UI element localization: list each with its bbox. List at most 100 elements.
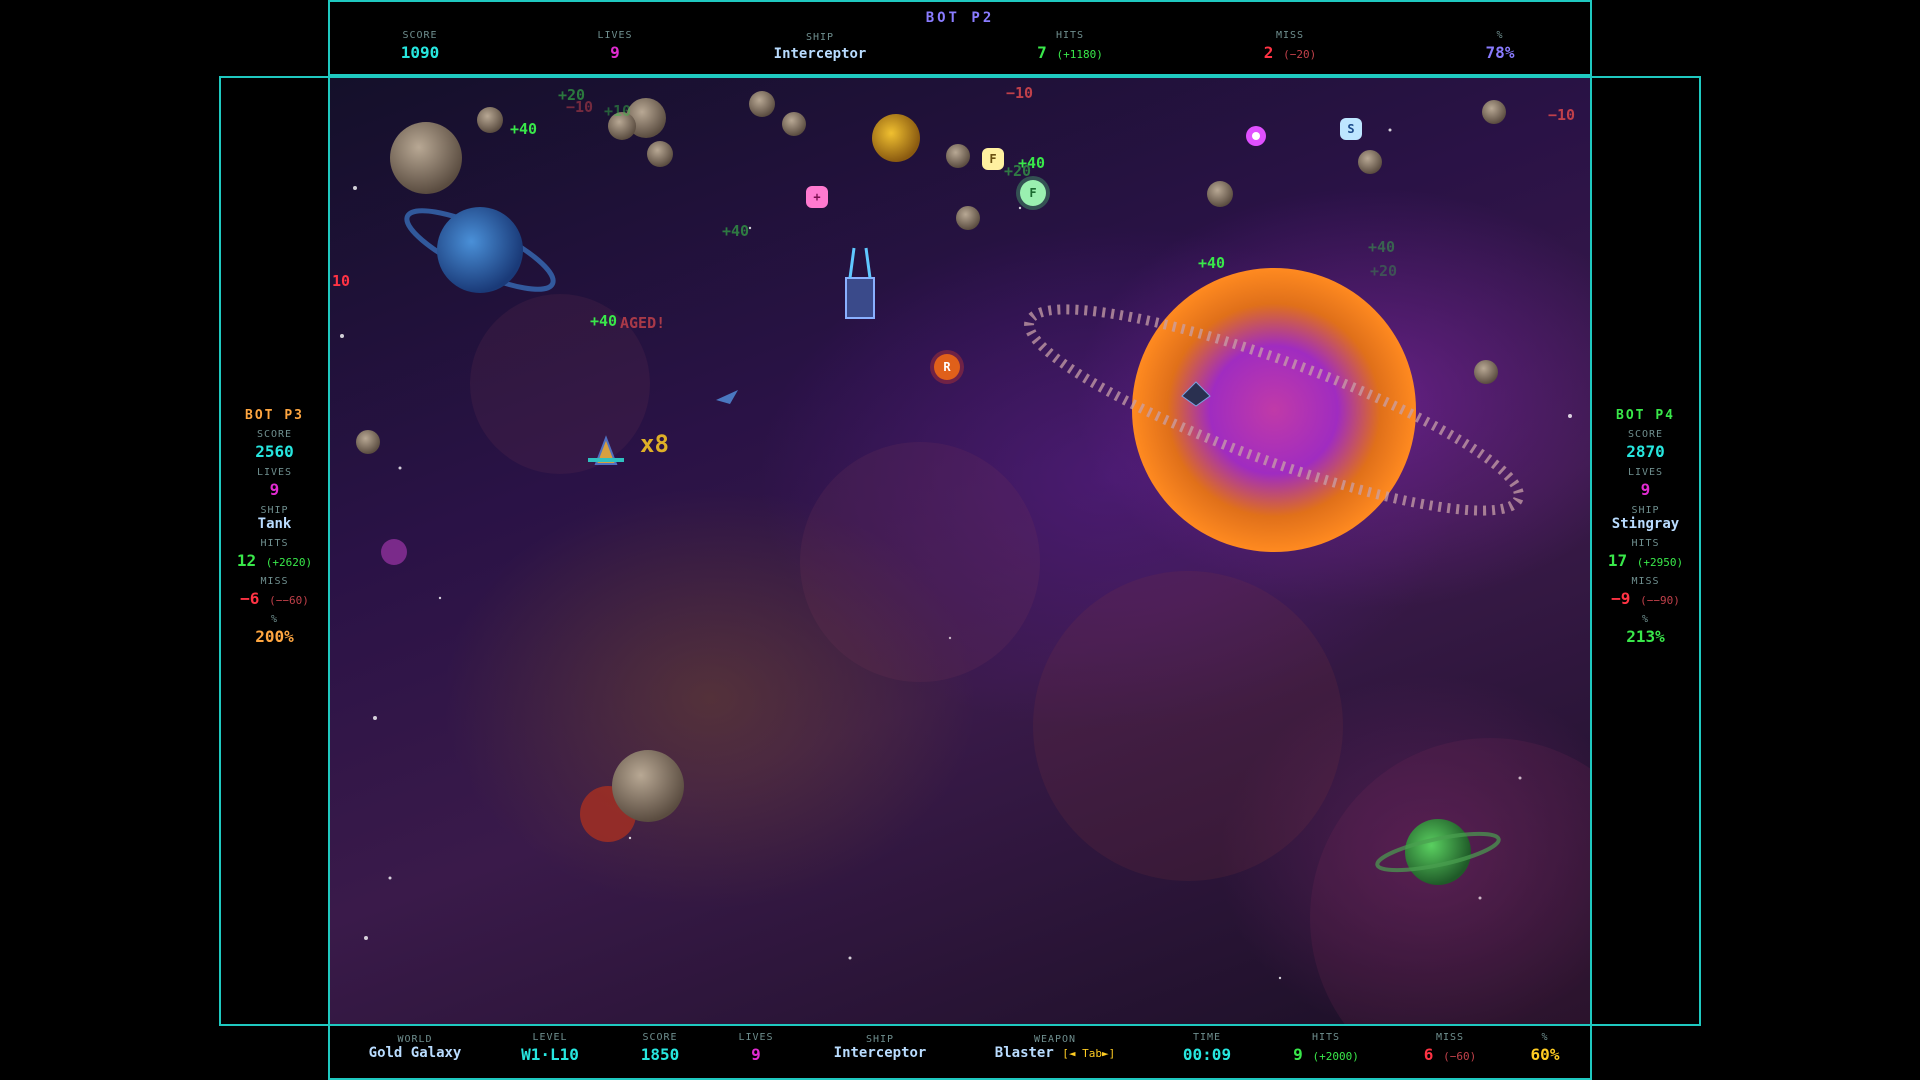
miss-value: −9 [1611, 589, 1631, 608]
bottom-hud: WORLD Gold Galaxy LEVEL W1·L10 SCORE 185… [328, 1024, 1592, 1080]
asteroid [647, 141, 673, 167]
miss-penalty: (−20) [1283, 48, 1317, 61]
level-label: LEVEL [532, 1032, 568, 1043]
lives-label: LIVES [597, 30, 633, 41]
miss-penalty: (−60) [1443, 1050, 1477, 1063]
score-label: SCORE [1627, 429, 1664, 440]
pct-label: % [1641, 614, 1650, 625]
lives-stat: LIVES 9 [716, 1032, 796, 1064]
hits-bonus: (+1180) [1056, 48, 1103, 61]
hits-label: HITS [1311, 1032, 1341, 1043]
miss-line: 6 (−60) [1400, 1045, 1500, 1064]
hits-label: HITS [1631, 538, 1660, 549]
player-title: BOT P4 [1616, 408, 1675, 423]
score-popup: +20 [1004, 162, 1032, 180]
score-popup: −10 [1006, 84, 1034, 102]
time-label: TIME [1192, 1032, 1222, 1043]
nebula-blob [800, 442, 1040, 682]
score-popup: +20 [1370, 262, 1398, 280]
hits-label: HITS [260, 538, 289, 549]
score-stat: SCORE 1090 [380, 30, 460, 62]
world-label: WORLD [397, 1034, 433, 1045]
asteroid [477, 107, 503, 133]
ship-value: Interceptor [833, 1045, 927, 1061]
ship-value: Stingray [1611, 516, 1680, 532]
lives-value: 9 [610, 43, 620, 62]
enemy-orb-core [1252, 132, 1260, 140]
miss-value: −6 [240, 589, 260, 608]
weapon-stat[interactable]: WEAPON Blaster [◄ Tab►] [960, 1034, 1150, 1061]
hits-stat: HITS 7 (+1180) [1010, 30, 1130, 62]
miss-label: MISS [1631, 576, 1660, 587]
miss-stat: MISS 6 (−60) [1400, 1032, 1500, 1064]
time-stat: TIME 00:09 [1162, 1032, 1252, 1064]
miss-label: MISS [260, 576, 289, 587]
score-label: SCORE [402, 30, 438, 41]
hits-line: 9 (+2000) [1266, 1045, 1386, 1064]
pct-value: 78% [1485, 43, 1515, 62]
score-value: 1090 [400, 43, 440, 62]
right-hud: BOT P4 SCORE 2870 LIVES 9 SHIP Stingray … [1590, 76, 1701, 1026]
hits-line: 7 (+1180) [1010, 43, 1130, 62]
hits-stat: HITS 9 (+2000) [1266, 1032, 1386, 1064]
blue-planet [437, 207, 523, 293]
hits-line: 17 (+2950) [1592, 551, 1699, 570]
world-stat: WORLD Gold Galaxy [350, 1034, 480, 1061]
player-title: BOT P2 [925, 10, 995, 26]
asteroid [946, 144, 970, 168]
giant-star [1132, 268, 1416, 552]
time-value: 00:09 [1182, 1045, 1232, 1064]
fire-powerup: F [982, 148, 1004, 170]
fire-powerup-ringed: F [1020, 180, 1046, 206]
score-label: SCORE [642, 1032, 678, 1043]
pct-stat: % 78% [1460, 30, 1540, 62]
score-popup: +40 [510, 120, 538, 138]
hits-value: 12 [236, 551, 257, 570]
level-value: W1·L10 [521, 1045, 579, 1064]
score-popup: −10 [1548, 106, 1576, 124]
lives-stat: LIVES 9 [575, 30, 655, 62]
small-planet [381, 539, 407, 565]
player-p3-stats: BOT P3 SCORE 2560 LIVES 9 SHIP Tank HITS… [221, 408, 328, 646]
weapon-line: Blaster [◄ Tab►] [960, 1045, 1150, 1061]
hits-line: 12 (+2620) [221, 551, 328, 570]
player-title: BOT P3 [245, 408, 304, 423]
level-stat: LEVEL W1·L10 [500, 1032, 600, 1064]
pct-label: % [1496, 30, 1504, 41]
asteroid [749, 91, 775, 117]
asteroid [1474, 360, 1498, 384]
miss-stat: MISS 2 (−20) [1230, 30, 1350, 62]
game-playfield[interactable]: S F R + F +20 +40 −10 +10 −10 −10 +40 +4… [328, 76, 1592, 1026]
rapid-powerup: R [934, 354, 960, 380]
hits-value: 17 [1607, 551, 1628, 570]
bot-ship-interceptor [716, 390, 738, 404]
hits-value: 7 [1037, 43, 1047, 62]
ship-label: SHIP [260, 505, 289, 516]
hits-bonus: (+2620) [265, 556, 313, 569]
weapon-label: WEAPON [1033, 1034, 1077, 1045]
weapon-switch-hint: [◄ Tab►] [1062, 1047, 1116, 1060]
asteroid [1358, 150, 1382, 174]
asteroid [356, 430, 380, 454]
score-popup: +10 [604, 102, 632, 120]
ship-stat: SHIP Interceptor [750, 32, 890, 62]
pct-value: 200% [255, 627, 294, 646]
weapon-value: Blaster [994, 1045, 1054, 1061]
miss-label: MISS [1435, 1032, 1465, 1043]
score-popup: −10 [566, 98, 594, 116]
top-hud: BOT P2 SCORE 1090 LIVES 9 SHIP Intercept… [328, 0, 1592, 76]
world-value: Gold Galaxy [368, 1045, 462, 1061]
gold-planet [872, 114, 920, 162]
shield-powerup: S [1340, 118, 1362, 140]
asteroid [1482, 100, 1506, 124]
score-popup: +40 [590, 312, 618, 330]
pct-label: % [270, 614, 279, 625]
asteroid [1207, 181, 1233, 207]
score-popup: +40 [722, 222, 750, 240]
asteroid [612, 750, 684, 822]
lives-value: 9 [1640, 480, 1651, 499]
miss-value: 6 [1423, 1045, 1434, 1064]
bot-ship-tank [845, 247, 875, 319]
ship-stat: SHIP Interceptor [810, 1034, 950, 1061]
damaged-text: AGED! [620, 314, 666, 332]
